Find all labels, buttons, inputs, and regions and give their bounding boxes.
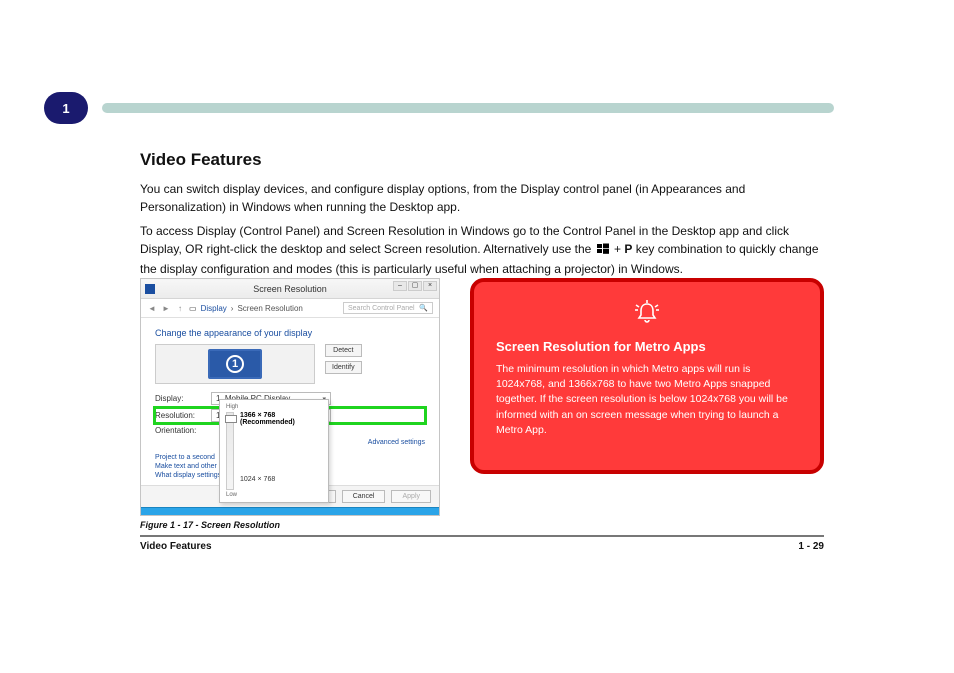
section-title: Video Features [140, 150, 824, 170]
popup-low-res[interactable]: 1024 × 768 [240, 476, 322, 483]
warning-icon-row [496, 298, 798, 329]
breadcrumb-display[interactable]: Display [201, 304, 227, 313]
resolution-label: Resolution: [155, 411, 205, 420]
footer-page-number: 1 - 29 [798, 541, 824, 552]
figure-caption: Figure 1 - 17 - Screen Resolution [140, 520, 280, 530]
search-placeholder: Search Control Panel [348, 305, 415, 312]
cp-heading: Change the appearance of your display [155, 328, 425, 338]
monitor-number: 1 [226, 355, 244, 373]
back-arrow-icon[interactable]: ◄ [147, 303, 157, 313]
breadcrumb-toolbar: ◄ ► ↑ ▭ Display › Screen Resolution Sear… [141, 299, 439, 318]
breadcrumb-sep: › [231, 304, 234, 313]
apply-button[interactable]: Apply [391, 490, 431, 503]
page-footer: Video Features 1 - 29 [140, 535, 824, 552]
window-titlebar: Screen Resolution – ▢ × [141, 279, 439, 299]
chapter-header: 1 [44, 92, 834, 124]
maximize-button[interactable]: ▢ [408, 281, 422, 291]
monitor-icon[interactable]: 1 [208, 349, 262, 379]
identify-button[interactable]: Identify [325, 361, 362, 374]
up-arrow-icon[interactable]: ↑ [175, 303, 185, 313]
monitor-mini-icon: ▭ [189, 304, 197, 313]
cancel-button[interactable]: Cancel [342, 490, 386, 503]
footer-section: Video Features [140, 541, 212, 552]
minimize-button[interactable]: – [393, 281, 407, 291]
windows-logo-icon [597, 242, 609, 260]
resolution-popup[interactable]: High 1366 × 768 (Recommended) 1024 × 768… [219, 399, 329, 503]
forward-arrow-icon[interactable]: ► [161, 303, 171, 313]
search-icon: 🔍 [419, 304, 428, 312]
slider-thumb[interactable] [225, 415, 237, 423]
search-input[interactable]: Search Control Panel 🔍 [343, 302, 433, 314]
window-buttons: – ▢ × [393, 281, 437, 291]
breadcrumb-current: Screen Resolution [237, 304, 302, 313]
para2-key: P [624, 242, 632, 256]
close-button[interactable]: × [423, 281, 437, 291]
para2-mid: + [614, 242, 624, 256]
display-preview-row: 1 Detect Identify [155, 344, 425, 384]
window-sys-icon [145, 284, 155, 294]
main-content: Video Features You can switch display de… [140, 150, 824, 284]
popup-low-label: Low [226, 492, 322, 498]
warning-title: Screen Resolution for Metro Apps [496, 339, 798, 354]
detect-column: Detect Identify [325, 344, 362, 374]
alarm-bell-icon [632, 298, 662, 329]
window-title: Screen Resolution [253, 284, 327, 294]
warning-body: The minimum resolution in which Metro ap… [496, 362, 798, 438]
popup-recommended[interactable]: 1366 × 768 (Recommended) [240, 412, 322, 426]
resolution-slider[interactable] [226, 412, 234, 490]
screen-resolution-window: Screen Resolution – ▢ × ◄ ► ↑ ▭ Display … [140, 278, 440, 516]
paragraph-2: To access Display (Control Panel) and Sc… [140, 222, 824, 278]
orientation-label: Orientation: [155, 426, 205, 435]
header-divider [102, 103, 834, 113]
detect-button[interactable]: Detect [325, 344, 362, 357]
warning-box: Screen Resolution for Metro Apps The min… [470, 278, 824, 474]
taskbar [141, 507, 439, 515]
display-label: Display: [155, 394, 205, 403]
display-preview: 1 [155, 344, 315, 384]
figure-row: Screen Resolution – ▢ × ◄ ► ↑ ▭ Display … [140, 278, 824, 516]
chapter-badge: 1 [44, 92, 88, 124]
paragraph-1: You can switch display devices, and conf… [140, 180, 824, 216]
